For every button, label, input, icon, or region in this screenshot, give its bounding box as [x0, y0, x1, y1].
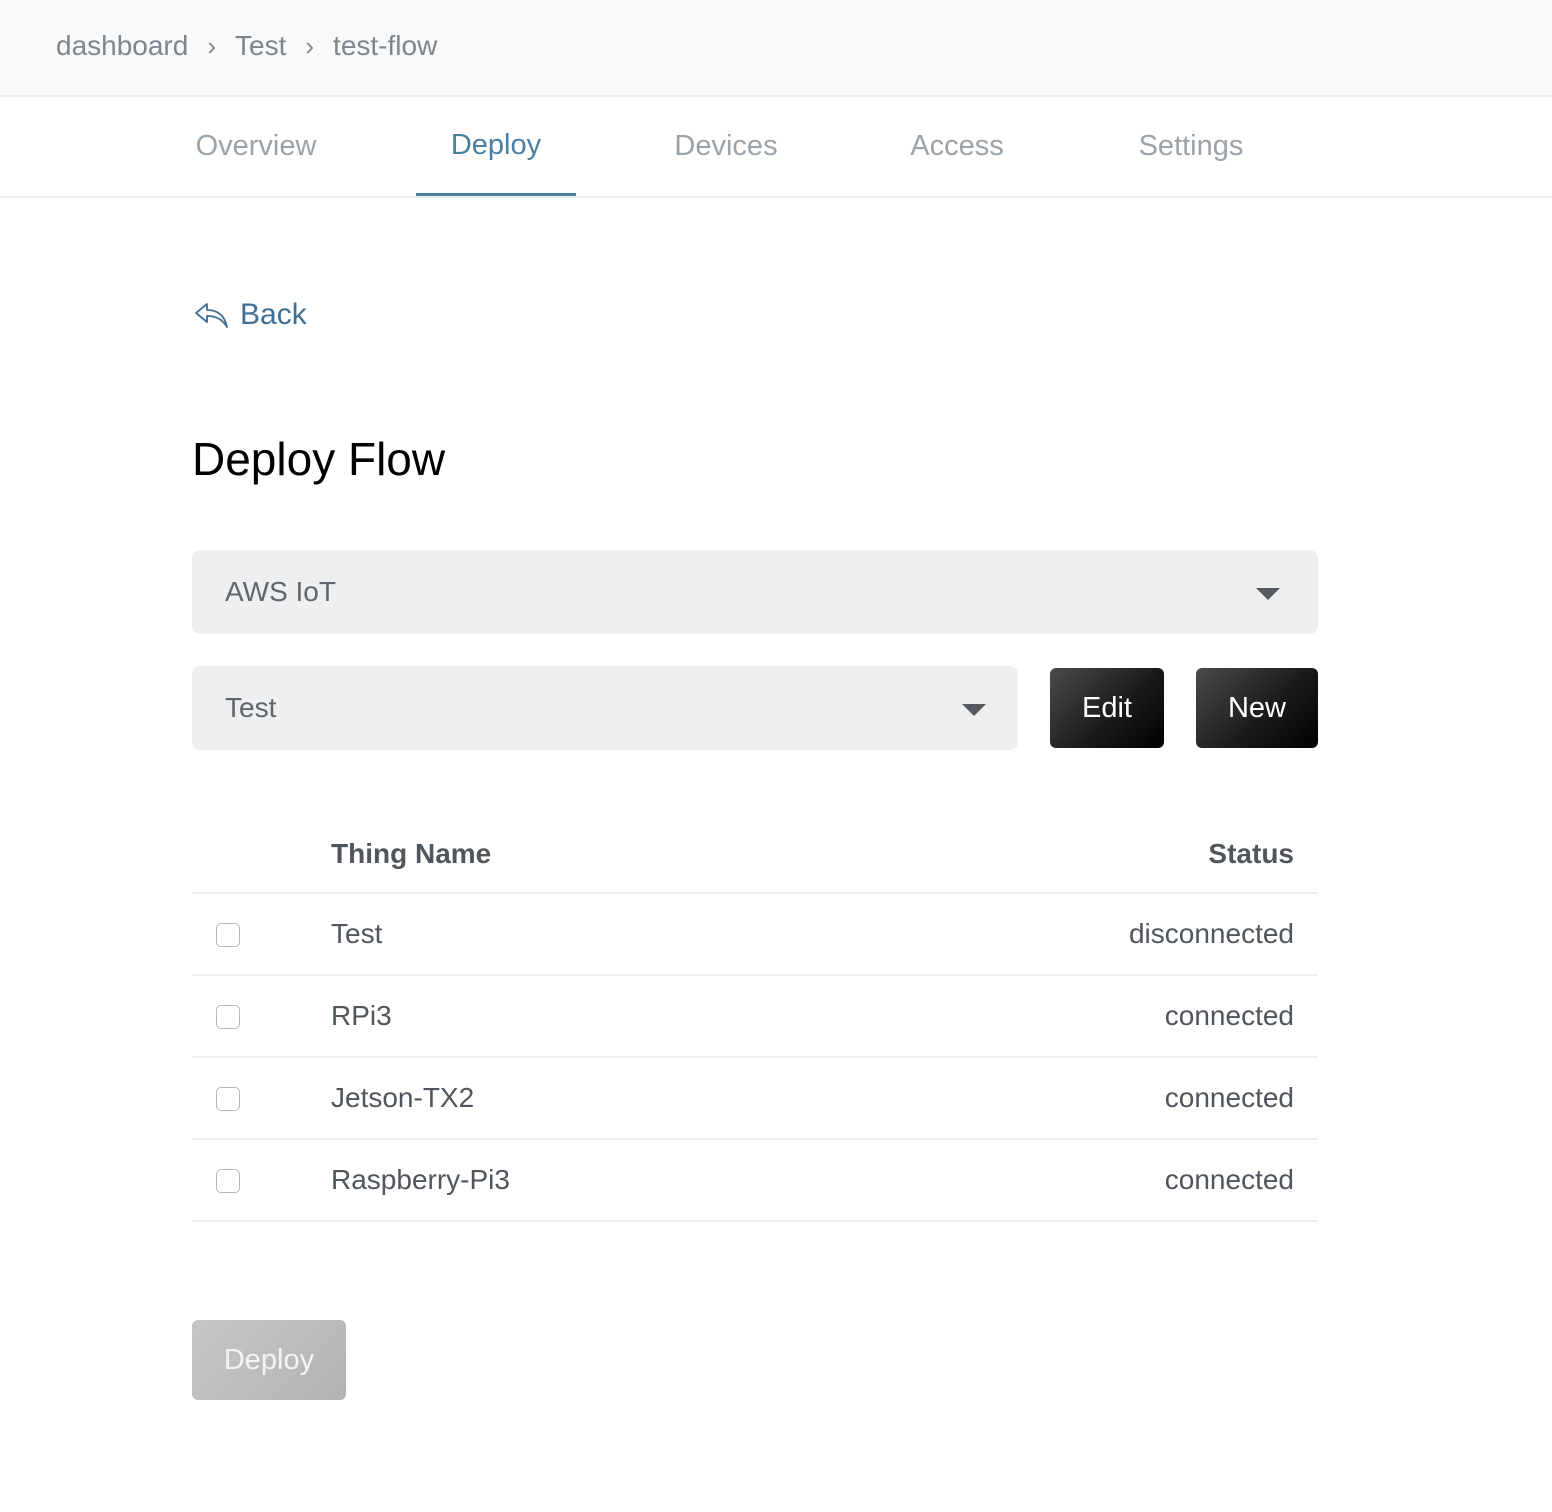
back-link[interactable]: Back — [194, 298, 307, 332]
things-table: Thing Name Status Test disconnected RPi3… — [192, 812, 1318, 1222]
top-bar: dashboard › Test › test-flow — [0, 0, 1552, 97]
reply-arrow-icon — [195, 303, 228, 328]
row-checkbox[interactable] — [216, 1087, 240, 1111]
thing-name: Jetson-TX2 — [331, 1082, 475, 1113]
tab-devices[interactable]: Devices — [671, 97, 781, 196]
caret-down-icon — [1256, 588, 1280, 600]
tab-overview[interactable]: Overview — [192, 97, 320, 196]
row-checkbox[interactable] — [216, 923, 240, 947]
breadcrumb-separator-icon: › — [207, 30, 217, 61]
tab-settings[interactable]: Settings — [1133, 97, 1249, 196]
table-row: Jetson-TX2 connected — [192, 1058, 1318, 1140]
breadcrumb-dashboard[interactable]: dashboard — [56, 30, 188, 62]
platform-select[interactable]: AWS IoT — [192, 550, 1318, 634]
config-select[interactable]: Test — [192, 666, 1018, 750]
caret-down-icon — [962, 704, 986, 716]
column-header-thing-name: Thing Name — [331, 838, 492, 869]
breadcrumb: dashboard › Test › test-flow — [56, 30, 437, 62]
table-row: Test disconnected — [192, 894, 1318, 976]
deploy-button[interactable]: Deploy — [192, 1320, 346, 1400]
row-checkbox[interactable] — [216, 1169, 240, 1193]
back-label: Back — [240, 298, 307, 331]
breadcrumb-flow[interactable]: test-flow — [333, 30, 437, 62]
table-row: RPi3 connected — [192, 976, 1318, 1058]
breadcrumb-separator-icon: › — [305, 30, 315, 61]
new-button[interactable]: New — [1196, 668, 1318, 748]
thing-status: connected — [1164, 1000, 1294, 1031]
thing-status: connected — [1164, 1082, 1294, 1113]
edit-button[interactable]: Edit — [1050, 668, 1164, 748]
thing-status: connected — [1164, 1164, 1294, 1195]
breadcrumb-project[interactable]: Test — [235, 30, 286, 62]
config-select-value: Test — [225, 692, 277, 723]
row-checkbox[interactable] — [216, 1005, 240, 1029]
tab-access[interactable]: Access — [907, 97, 1007, 196]
tab-deploy[interactable]: Deploy — [416, 97, 576, 196]
page-title: Deploy Flow — [192, 433, 446, 485]
table-header: Thing Name Status — [192, 812, 1318, 894]
thing-status: disconnected — [1128, 918, 1294, 949]
thing-name: Test — [331, 918, 383, 949]
thing-name: RPi3 — [331, 1000, 392, 1031]
platform-select-value: AWS IoT — [225, 576, 336, 607]
column-header-status: Status — [1208, 838, 1294, 869]
tab-bar: Overview Deploy Devices Access Settings — [0, 97, 1552, 198]
table-row: Raspberry-Pi3 connected — [192, 1140, 1318, 1222]
thing-name: Raspberry-Pi3 — [331, 1164, 510, 1195]
